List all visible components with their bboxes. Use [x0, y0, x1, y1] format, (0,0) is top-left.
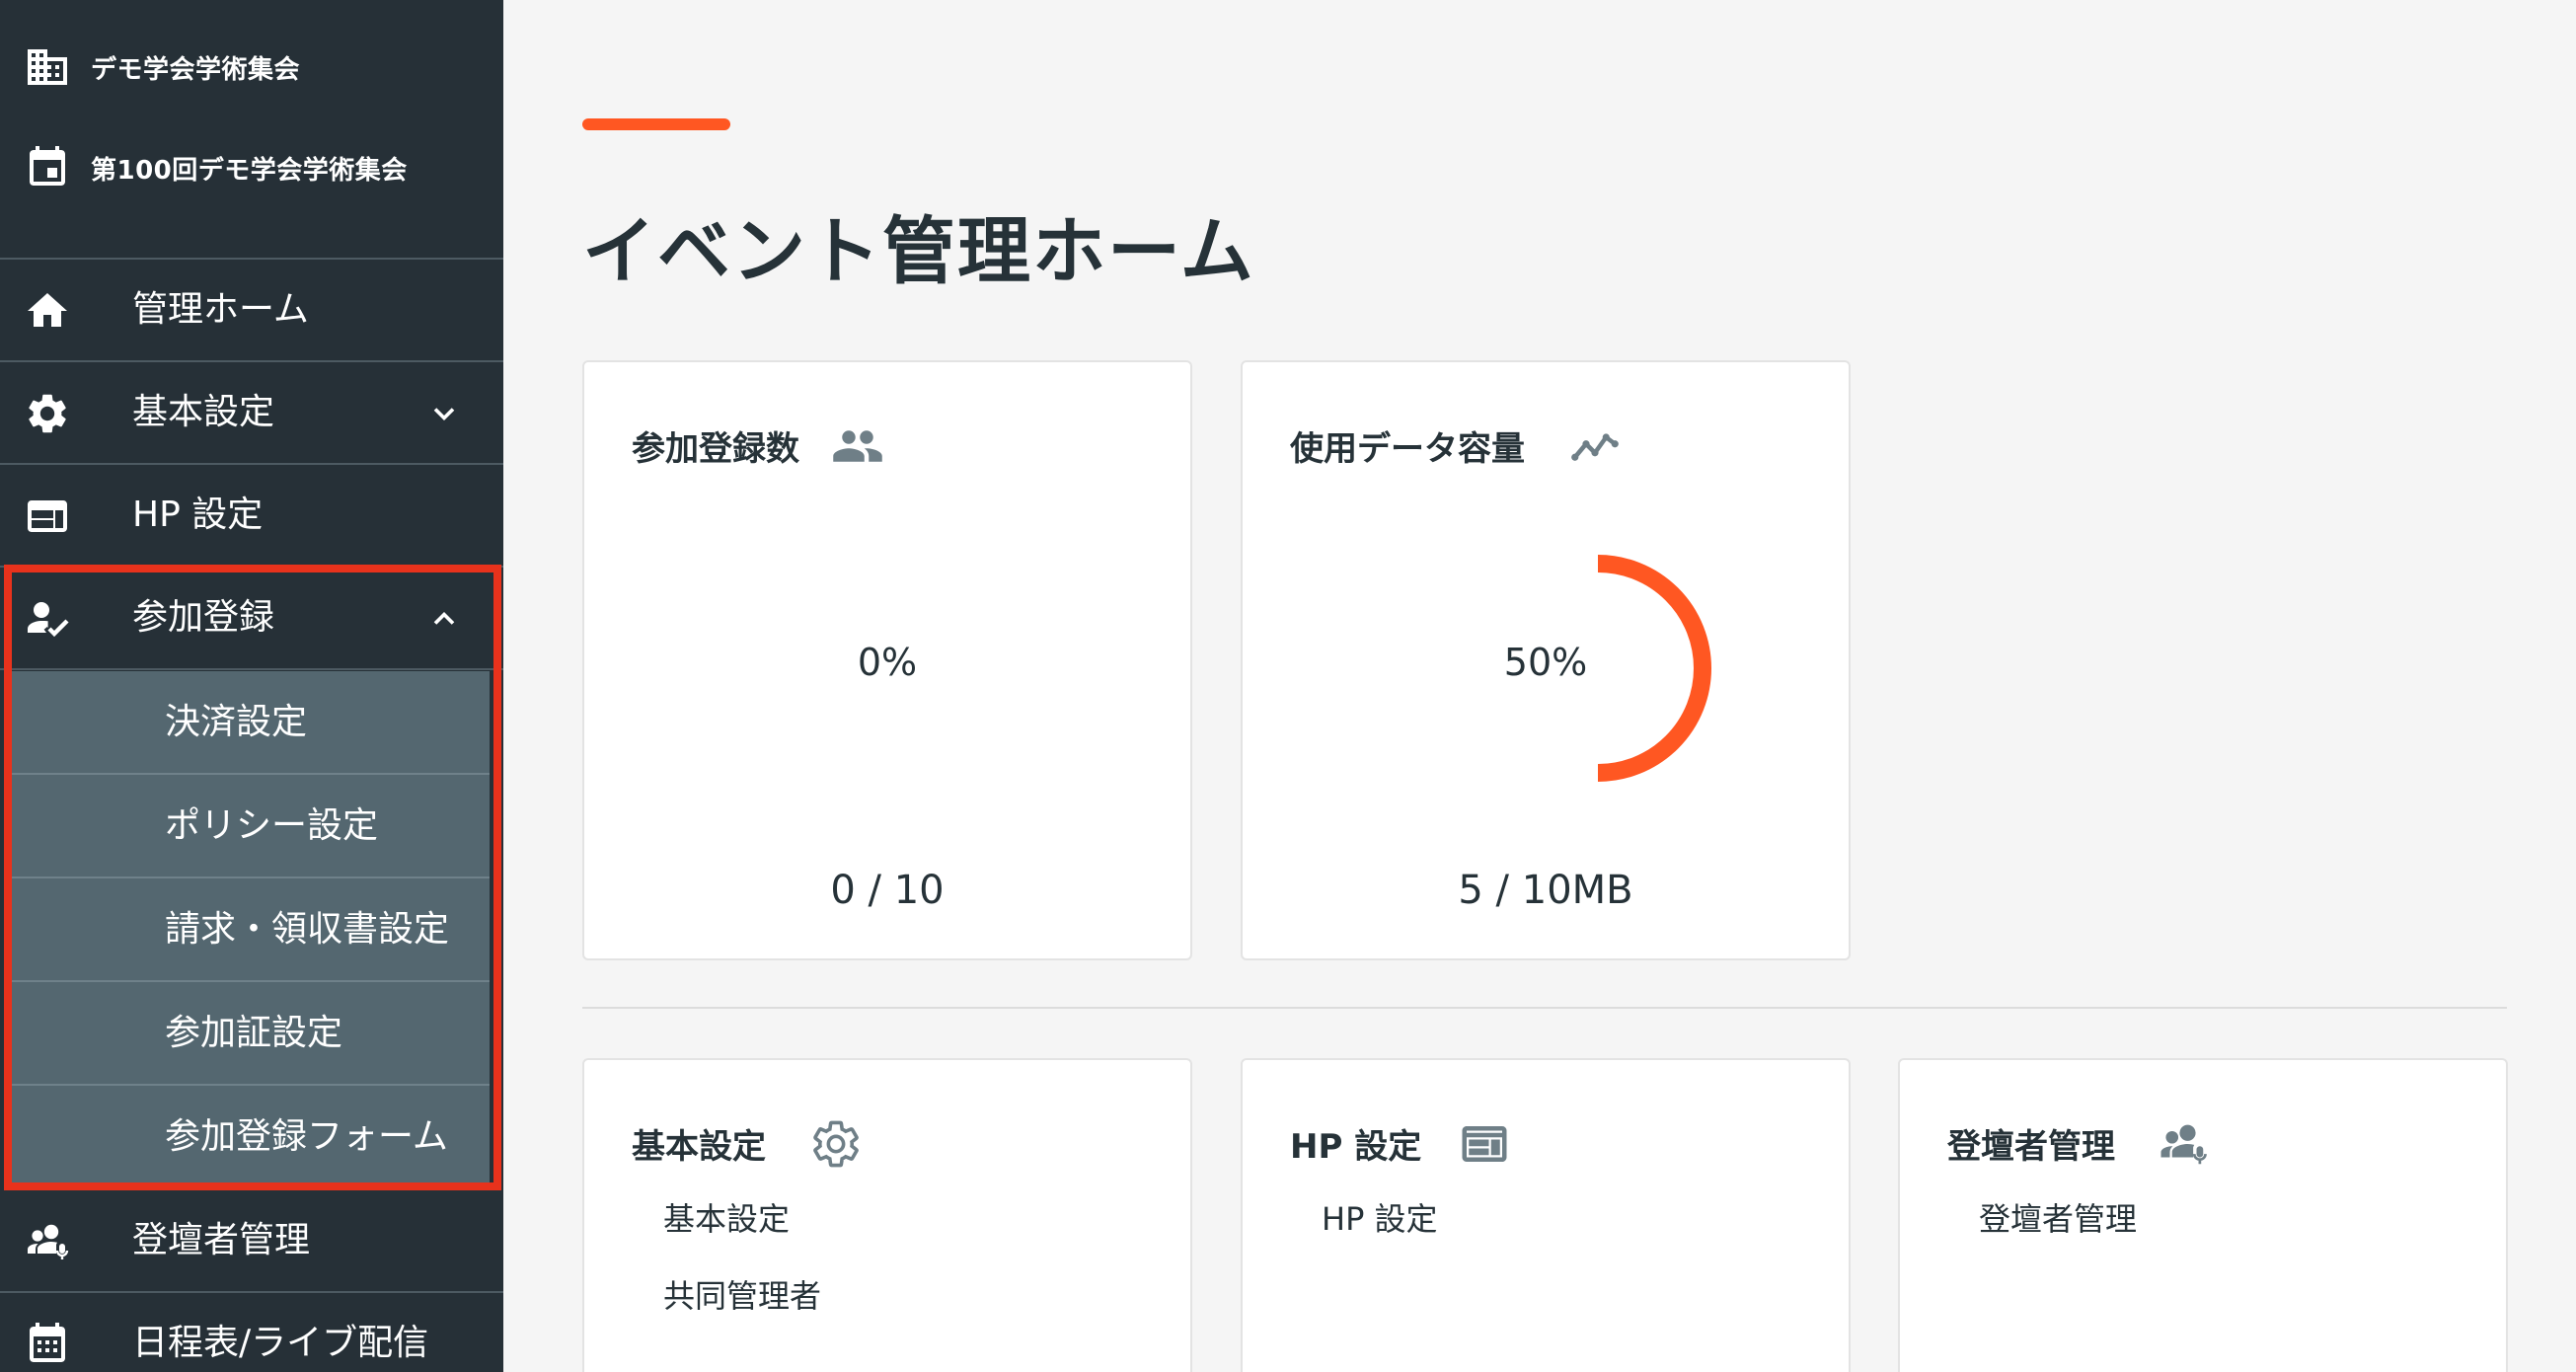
count-value: 0 / 10 — [830, 868, 945, 913]
submenu-item-label: ポリシー設定 — [165, 805, 379, 846]
link-speakers[interactable]: 登壇者管理 — [1979, 1194, 2137, 1240]
speaker-group-icon — [2160, 1124, 2207, 1165]
speaker-group-icon — [28, 1224, 69, 1259]
section-card-basic-settings: 基本設定 基本設定 共同管理者 — [582, 1058, 1192, 1372]
stat-card-data-usage: 使用データ容量 50% 5 / 10MB — [1241, 360, 1851, 960]
title-accent-bar — [582, 118, 730, 130]
sidebar-item-schedule-live[interactable]: 日程表/ライブ配信 — [0, 1293, 503, 1372]
trend-icon — [1571, 433, 1619, 461]
link-co-administrators[interactable]: 共同管理者 — [663, 1271, 821, 1317]
chevron-up-icon[interactable] — [426, 601, 462, 637]
sidebar-item-speakers[interactable]: 登壇者管理 — [0, 1190, 503, 1293]
sidebar-item-label: 日程表/ライブ配信 — [132, 1323, 429, 1363]
stat-card-registrations: 参加登録数 0% 0 / 10 — [582, 360, 1192, 960]
sidebar-item-label: 参加登録 — [132, 597, 275, 638]
event-name: 第100回デモ学会学術集会 — [91, 155, 408, 186]
submenu-item-label: 決済設定 — [165, 702, 308, 742]
organization-name: デモ学会学術集会 — [91, 54, 301, 85]
percent-value: 50% — [1503, 641, 1588, 684]
link-basic-settings[interactable]: 基本設定 — [663, 1194, 790, 1240]
sidebar-item-home[interactable]: 管理ホーム — [0, 260, 503, 362]
sidebar-item-label: 管理ホーム — [132, 289, 309, 330]
sidebar-item-basic-settings[interactable]: 基本設定 — [0, 362, 503, 465]
card-title: 基本設定 — [632, 1127, 766, 1167]
gear-icon — [29, 394, 66, 433]
page-title: イベント管理ホーム — [582, 209, 1255, 294]
submenu-item-payment-settings[interactable]: 決済設定 — [10, 671, 490, 775]
web-layout-icon — [1462, 1126, 1507, 1162]
submenu-item-certificate-settings[interactable]: 参加証設定 — [10, 982, 490, 1086]
sidebar-item-label: 登壇者管理 — [132, 1220, 311, 1260]
event-row[interactable]: 第100回デモ学会学術集会 — [0, 128, 503, 207]
home-icon — [28, 293, 67, 327]
people-icon — [833, 430, 882, 462]
section-card-hp-settings: HP 設定 HP 設定 — [1241, 1058, 1851, 1372]
submenu-item-label: 参加証設定 — [165, 1013, 343, 1053]
gear-icon — [813, 1120, 859, 1168]
submenu-item-invoice-receipt-settings[interactable]: 請求・領収書設定 — [10, 878, 490, 982]
submenu-item-policy-settings[interactable]: ポリシー設定 — [10, 775, 490, 878]
web-layout-icon — [28, 500, 67, 532]
submenu-item-label: 請求・領収書設定 — [165, 909, 450, 950]
chevron-down-icon[interactable] — [426, 396, 462, 431]
calendar-grid-icon — [30, 1323, 65, 1362]
building-icon — [28, 49, 67, 85]
calendar-icon — [30, 146, 65, 186]
count-value: 5 / 10MB — [1458, 868, 1633, 913]
card-title: 登壇者管理 — [1947, 1127, 2115, 1167]
sidebar-item-registration[interactable]: 参加登録 — [0, 568, 503, 670]
person-check-icon — [28, 602, 69, 638]
card-title: 参加登録数 — [632, 429, 799, 469]
section-card-speakers: 登壇者管理 登壇者管理 — [1898, 1058, 2508, 1372]
link-hp-settings[interactable]: HP 設定 — [1322, 1194, 1438, 1240]
submenu-item-registration-form[interactable]: 参加登録フォーム — [10, 1086, 490, 1189]
section-divider — [582, 1007, 2507, 1009]
card-title: 使用データ容量 — [1290, 429, 1525, 469]
percent-value: 0% — [857, 641, 918, 684]
card-title: HP 設定 — [1290, 1127, 1422, 1167]
submenu-item-label: 参加登録フォーム — [165, 1116, 448, 1157]
sidebar: デモ学会学術集会 第100回デモ学会学術集会 管理ホーム 基本設定 HP 設定 — [0, 0, 503, 1372]
organization-row[interactable]: デモ学会学術集会 — [0, 28, 503, 107]
sidebar-item-hp-settings[interactable]: HP 設定 — [0, 465, 503, 568]
sidebar-item-label: HP 設定 — [132, 495, 264, 535]
sidebar-item-label: 基本設定 — [132, 392, 275, 432]
